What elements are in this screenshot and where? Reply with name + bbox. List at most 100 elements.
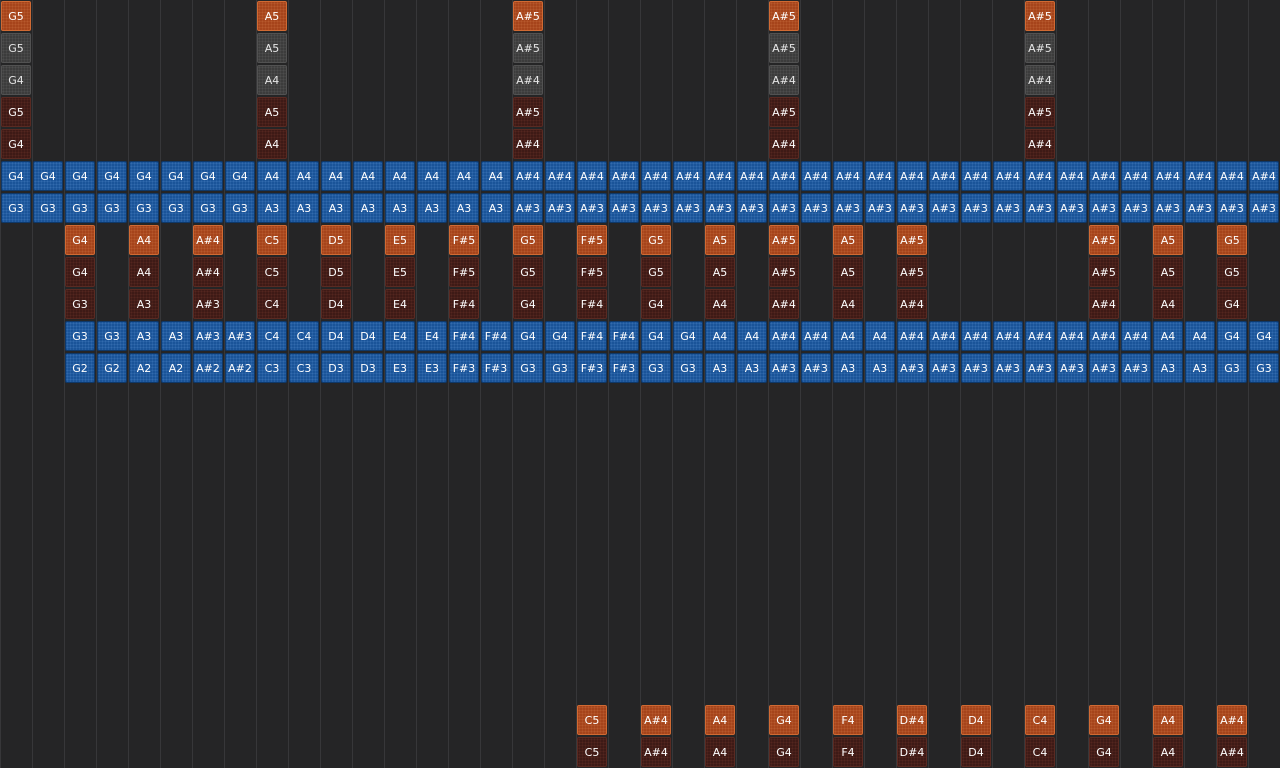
note-block[interactable]: A4 [737, 321, 767, 351]
note-block[interactable]: A3 [289, 193, 319, 223]
note-block[interactable]: F#5 [577, 257, 607, 287]
note-block[interactable]: A#4 [1089, 161, 1119, 191]
note-block[interactable]: A#4 [769, 129, 799, 159]
note-block[interactable]: G4 [65, 257, 95, 287]
note-block[interactable]: A#3 [865, 193, 895, 223]
note-block[interactable]: C4 [1025, 737, 1055, 767]
note-block[interactable]: G5 [1, 33, 31, 63]
note-block[interactable]: G4 [193, 161, 223, 191]
note-block[interactable]: A#3 [993, 193, 1023, 223]
note-block[interactable]: C5 [577, 737, 607, 767]
note-block[interactable]: A#4 [897, 289, 927, 319]
note-block[interactable]: A#4 [1185, 161, 1215, 191]
note-block[interactable]: C3 [257, 353, 287, 383]
note-block[interactable]: G4 [65, 161, 95, 191]
note-block[interactable]: A4 [1153, 321, 1183, 351]
note-block[interactable]: A#3 [929, 353, 959, 383]
note-block[interactable]: A4 [705, 705, 735, 735]
note-block[interactable]: G4 [161, 161, 191, 191]
note-block[interactable]: A5 [257, 97, 287, 127]
note-block[interactable]: A#4 [705, 161, 735, 191]
note-block[interactable]: A#5 [1025, 33, 1055, 63]
note-block[interactable]: A5 [705, 225, 735, 255]
note-block[interactable]: A#4 [641, 737, 671, 767]
note-block[interactable]: A#4 [1057, 161, 1087, 191]
note-block[interactable]: A#4 [801, 161, 831, 191]
note-block[interactable]: A#4 [1025, 129, 1055, 159]
note-block[interactable]: D4 [961, 737, 991, 767]
note-block[interactable]: A3 [353, 193, 383, 223]
note-block[interactable]: A#4 [641, 705, 671, 735]
note-block[interactable]: A3 [129, 289, 159, 319]
note-block[interactable]: G4 [545, 321, 575, 351]
note-block[interactable]: A4 [865, 321, 895, 351]
note-block[interactable]: G5 [513, 225, 543, 255]
note-block[interactable]: A#4 [609, 161, 639, 191]
note-block[interactable]: A#3 [193, 321, 223, 351]
note-block[interactable]: A#5 [1025, 97, 1055, 127]
note-block[interactable]: A#3 [801, 353, 831, 383]
note-block[interactable]: A#3 [801, 193, 831, 223]
note-block[interactable]: A4 [481, 161, 511, 191]
note-block[interactable]: C4 [1025, 705, 1055, 735]
note-block[interactable]: A5 [833, 225, 863, 255]
note-block[interactable]: C5 [257, 257, 287, 287]
note-block[interactable]: A#4 [929, 161, 959, 191]
note-block[interactable]: A#3 [609, 193, 639, 223]
note-block[interactable]: G4 [97, 161, 127, 191]
note-block[interactable]: A#3 [993, 353, 1023, 383]
note-block[interactable]: A#4 [865, 161, 895, 191]
note-block[interactable]: A#5 [769, 257, 799, 287]
note-block[interactable]: A5 [705, 257, 735, 287]
note-block[interactable]: A#3 [1057, 353, 1087, 383]
note-block[interactable]: A4 [705, 289, 735, 319]
note-block[interactable]: A#5 [1025, 1, 1055, 31]
note-block[interactable]: A5 [257, 33, 287, 63]
note-block[interactable]: A#4 [1217, 161, 1247, 191]
note-block[interactable]: E4 [385, 289, 415, 319]
note-block[interactable]: A#4 [673, 161, 703, 191]
note-block[interactable]: G3 [97, 193, 127, 223]
note-block[interactable]: G4 [513, 289, 543, 319]
note-block[interactable]: A3 [737, 353, 767, 383]
note-block[interactable]: G2 [65, 353, 95, 383]
note-block[interactable]: C5 [577, 705, 607, 735]
note-block[interactable]: G4 [513, 321, 543, 351]
note-block[interactable]: D4 [353, 321, 383, 351]
note-block[interactable]: A#4 [1025, 321, 1055, 351]
note-block[interactable]: A4 [833, 289, 863, 319]
note-block[interactable]: F#3 [449, 353, 479, 383]
note-block[interactable]: A4 [385, 161, 415, 191]
note-block[interactable]: E4 [385, 321, 415, 351]
note-block[interactable]: A3 [865, 353, 895, 383]
note-block[interactable]: G4 [769, 737, 799, 767]
note-block[interactable]: A#4 [1025, 65, 1055, 95]
note-block[interactable]: A#3 [929, 193, 959, 223]
note-block[interactable]: A#3 [1153, 193, 1183, 223]
note-block[interactable]: A#4 [1089, 289, 1119, 319]
note-block[interactable]: A#3 [897, 193, 927, 223]
note-block[interactable]: A#4 [1089, 321, 1119, 351]
note-block[interactable]: A#4 [641, 161, 671, 191]
note-block[interactable]: E3 [385, 353, 415, 383]
note-block[interactable]: G3 [97, 321, 127, 351]
note-block[interactable]: A3 [833, 353, 863, 383]
note-block[interactable]: G4 [1217, 321, 1247, 351]
note-block[interactable]: A#4 [897, 161, 927, 191]
note-block[interactable]: G4 [1217, 289, 1247, 319]
note-block[interactable]: A3 [257, 193, 287, 223]
note-block[interactable]: A5 [833, 257, 863, 287]
note-block[interactable]: A#3 [1057, 193, 1087, 223]
note-block[interactable]: G4 [1089, 705, 1119, 735]
note-block[interactable]: A#4 [193, 225, 223, 255]
note-block[interactable]: A#4 [1025, 161, 1055, 191]
note-block[interactable]: A4 [705, 321, 735, 351]
note-block[interactable]: G3 [225, 193, 255, 223]
note-block[interactable]: A#4 [961, 321, 991, 351]
note-block[interactable]: E5 [385, 225, 415, 255]
note-block[interactable]: A4 [1153, 705, 1183, 735]
note-block[interactable]: A#4 [1153, 161, 1183, 191]
note-block[interactable]: E5 [385, 257, 415, 287]
note-grid[interactable]: G5 A5 A#5 A#5 A#5 G5 A5 A#5 A#5 A#5 G4 A4 A#4 A#4 A#4 G… [0, 0, 1280, 768]
note-block[interactable]: A5 [1153, 257, 1183, 287]
